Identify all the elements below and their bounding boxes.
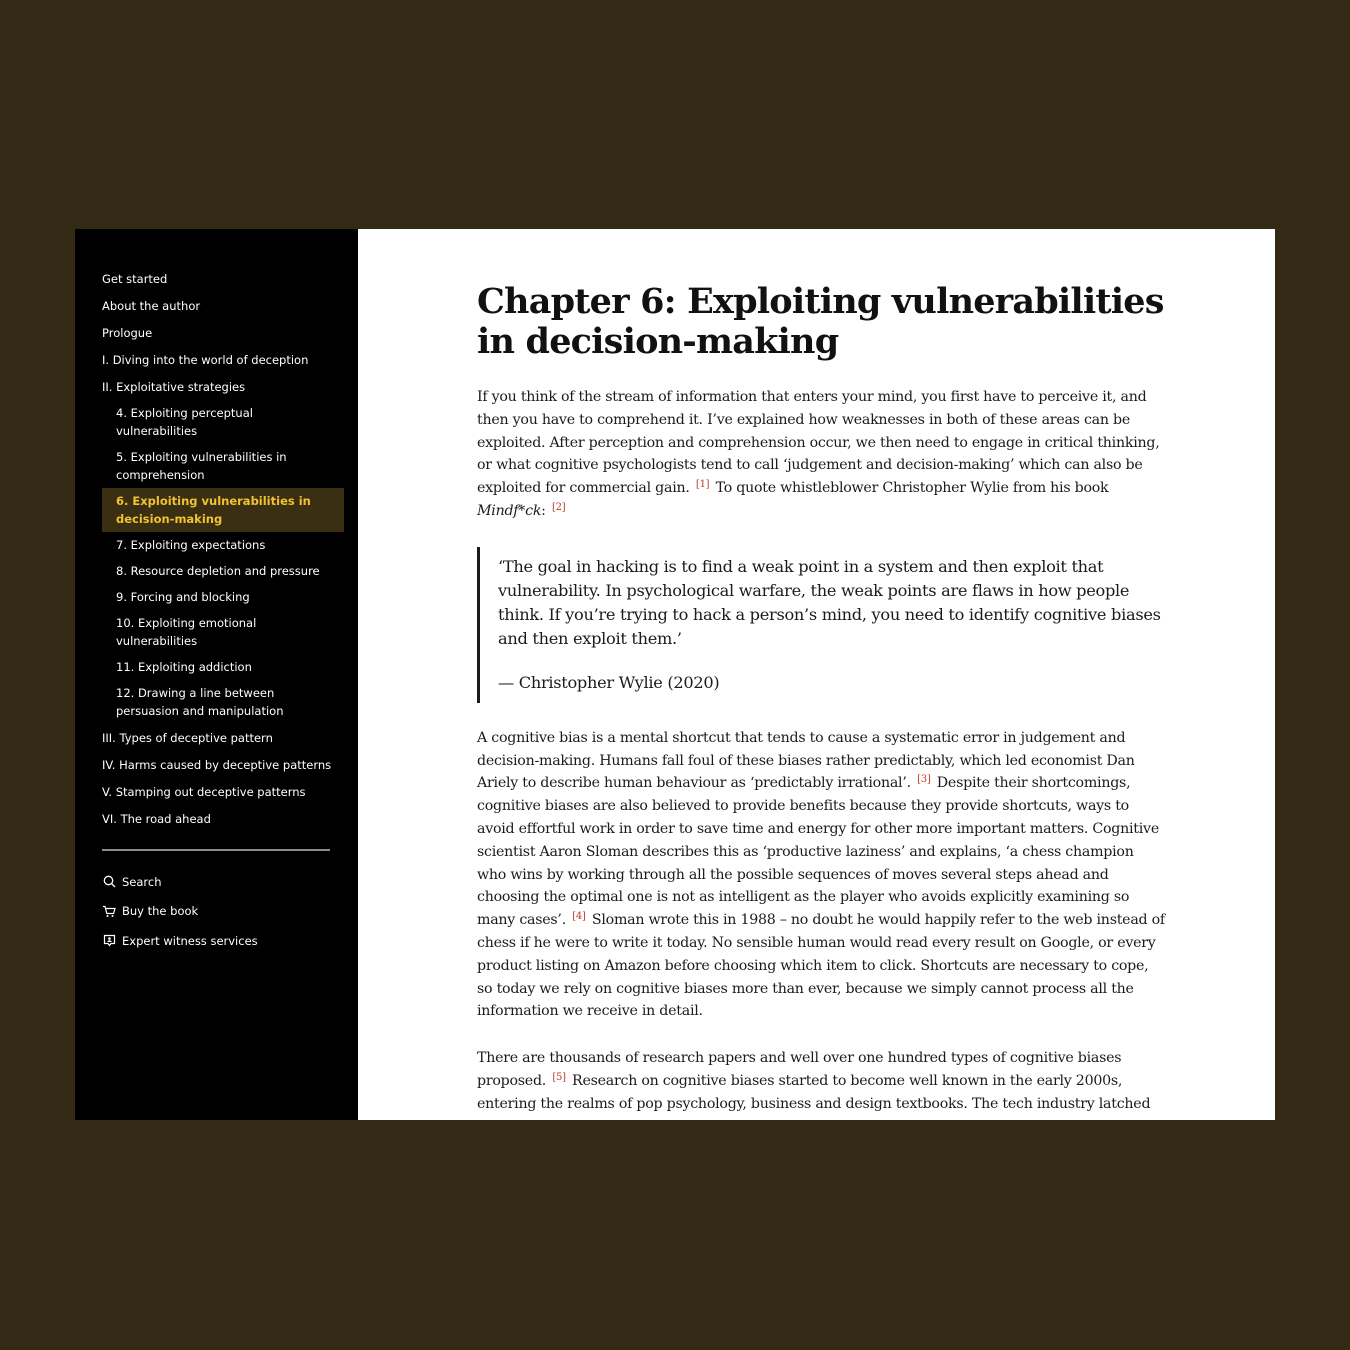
sidebar-tools: Search Buy the book Expert witness servi… (102, 867, 344, 956)
pull-quote: ‘The goal in hacking is to find a weak p… (477, 546, 1165, 703)
footnote-3[interactable]: [3] (917, 774, 931, 785)
sidebar: Get started About the author Prologue I.… (75, 229, 358, 1120)
paragraph-text: To quote whistleblower Christopher Wylie… (711, 480, 1109, 497)
paragraph-1: If you think of the stream of informatio… (477, 386, 1165, 523)
book-page: Get started About the author Prologue I.… (75, 229, 1275, 1120)
toc-part-1[interactable]: I. Diving into the world of deception (102, 346, 344, 373)
toc-chapter-12[interactable]: 12. Drawing a line between persuasion an… (102, 680, 344, 724)
toc-chapter-11[interactable]: 11. Exploiting addiction (102, 654, 344, 680)
toc-part-4[interactable]: IV. Harms caused by deceptive patterns (102, 751, 344, 778)
toc-chapter-8[interactable]: 8. Resource depletion and pressure (102, 558, 344, 584)
person-badge-icon (102, 934, 116, 948)
expert-witness-link[interactable]: Expert witness services (102, 926, 344, 956)
search-icon (102, 875, 116, 889)
quote-citation: — Christopher Wylie (2020) (498, 672, 720, 692)
chapter-title: Chapter 6: Exploiting vulnerabilities in… (477, 281, 1164, 362)
search-label: Search (122, 874, 162, 889)
footnote-1[interactable]: [1] (696, 479, 710, 490)
footnote-5[interactable]: [5] (552, 1072, 566, 1083)
paragraph-2: A cognitive bias is a mental shortcut th… (477, 727, 1165, 1023)
toc-chapter-10[interactable]: 10. Exploiting emotional vulnerabilities (102, 610, 344, 654)
quote-text: ‘The goal in hacking is to find a weak p… (498, 556, 1161, 648)
toc-part-3[interactable]: III. Types of deceptive pattern (102, 724, 344, 751)
paragraph-text: Despite their shortcomings, cognitive bi… (477, 775, 1159, 929)
toc-part-2[interactable]: II. Exploitative strategies (102, 373, 344, 400)
buy-the-book-label: Buy the book (122, 904, 199, 919)
buy-the-book-link[interactable]: Buy the book (102, 897, 344, 927)
table-of-contents: Get started About the author Prologue I.… (102, 265, 344, 832)
paragraph-text: : (541, 502, 546, 519)
footnote-2[interactable]: [2] (552, 502, 566, 513)
footnote-4[interactable]: [4] (572, 911, 586, 922)
article: Chapter 6: Exploiting vulnerabilities in… (358, 229, 1275, 1120)
expert-witness-label: Expert witness services (122, 933, 258, 948)
paragraph-text: Sloman wrote this in 1988 – no doubt he … (477, 912, 1165, 1020)
paragraph-3: There are thousands of research papers a… (477, 1047, 1165, 1120)
toc-prologue[interactable]: Prologue (102, 319, 344, 346)
toc-chapter-9[interactable]: 9. Forcing and blocking (102, 584, 344, 610)
paragraph-text: Research on cognitive biases started to … (477, 1072, 1151, 1120)
toc-chapter-6-active[interactable]: 6. Exploiting vulnerabilities in decisio… (102, 488, 344, 532)
toc-part-6[interactable]: VI. The road ahead (102, 805, 344, 832)
search-link[interactable]: Search (102, 867, 344, 897)
toc-chapter-7[interactable]: 7. Exploiting expectations (102, 532, 344, 558)
toc-chapter-4[interactable]: 4. Exploiting perceptual vulnerabilities (102, 400, 344, 444)
toc-get-started[interactable]: Get started (102, 265, 344, 292)
sidebar-divider (102, 849, 330, 851)
cart-icon (102, 904, 116, 918)
toc-about-the-author[interactable]: About the author (102, 292, 344, 319)
toc-chapter-5[interactable]: 5. Exploiting vulnerabilities in compreh… (102, 444, 344, 488)
book-title: Mindf*ck (477, 502, 542, 519)
toc-part-5[interactable]: V. Stamping out deceptive patterns (102, 778, 344, 805)
